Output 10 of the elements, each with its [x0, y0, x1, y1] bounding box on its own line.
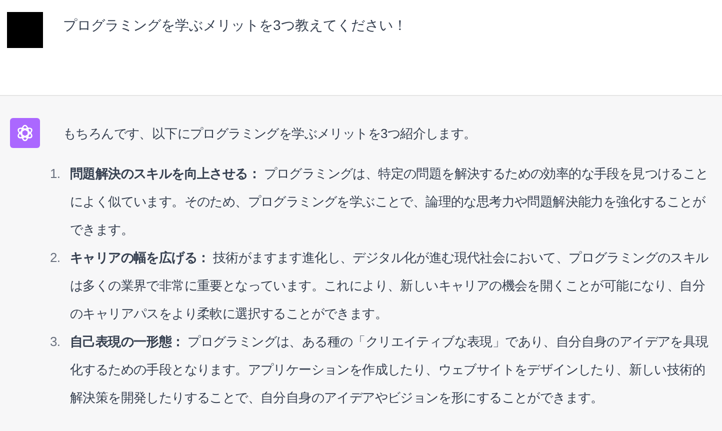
list-number: 2.: [50, 249, 62, 267]
user-message: プログラミングを学ぶメリットを3つ教えてください！: [63, 16, 407, 35]
list-item-text: キャリアの幅を広げる： 技術がますます進化し、デジタル化が進む現代社会において、プログラミングのスキルは多くの業界で非常に重要となっています。これにより、新しいキャリアの機会を開くことが可能になり、自分のキャリアパスをより柔軟に選択することができます。: [70, 249, 710, 323]
user-avatar: [7, 12, 43, 48]
list-number: 1.: [50, 165, 62, 183]
list-item-text: 自己表現の一形態： プログラミングは、ある種の「クリエイティブな表現」であり、自分自身のアイデアを具現化するための手段となります。アプリケーションを作成したり、ウェブサイトをデザインしたり、新しい技術的解決策を開発したりすることで、自分自身のアイデアやビジョンを形にすることができます。: [70, 333, 710, 407]
knot-logo-icon: [15, 123, 35, 143]
list-item-text: 問題解決のスキルを向上させる： プログラミングは、特定の問題を解決するための効率的な手段を見つけることによく似ています。そのため、プログラミングを学ぶことで、論理的な思考力や問題解決能力を強化することができます。: [70, 165, 710, 239]
assistant-intro: もちろんです、以下にプログラミングを学ぶメリットを3つ紹介します。: [63, 125, 478, 143]
list-number: 3.: [50, 333, 62, 351]
